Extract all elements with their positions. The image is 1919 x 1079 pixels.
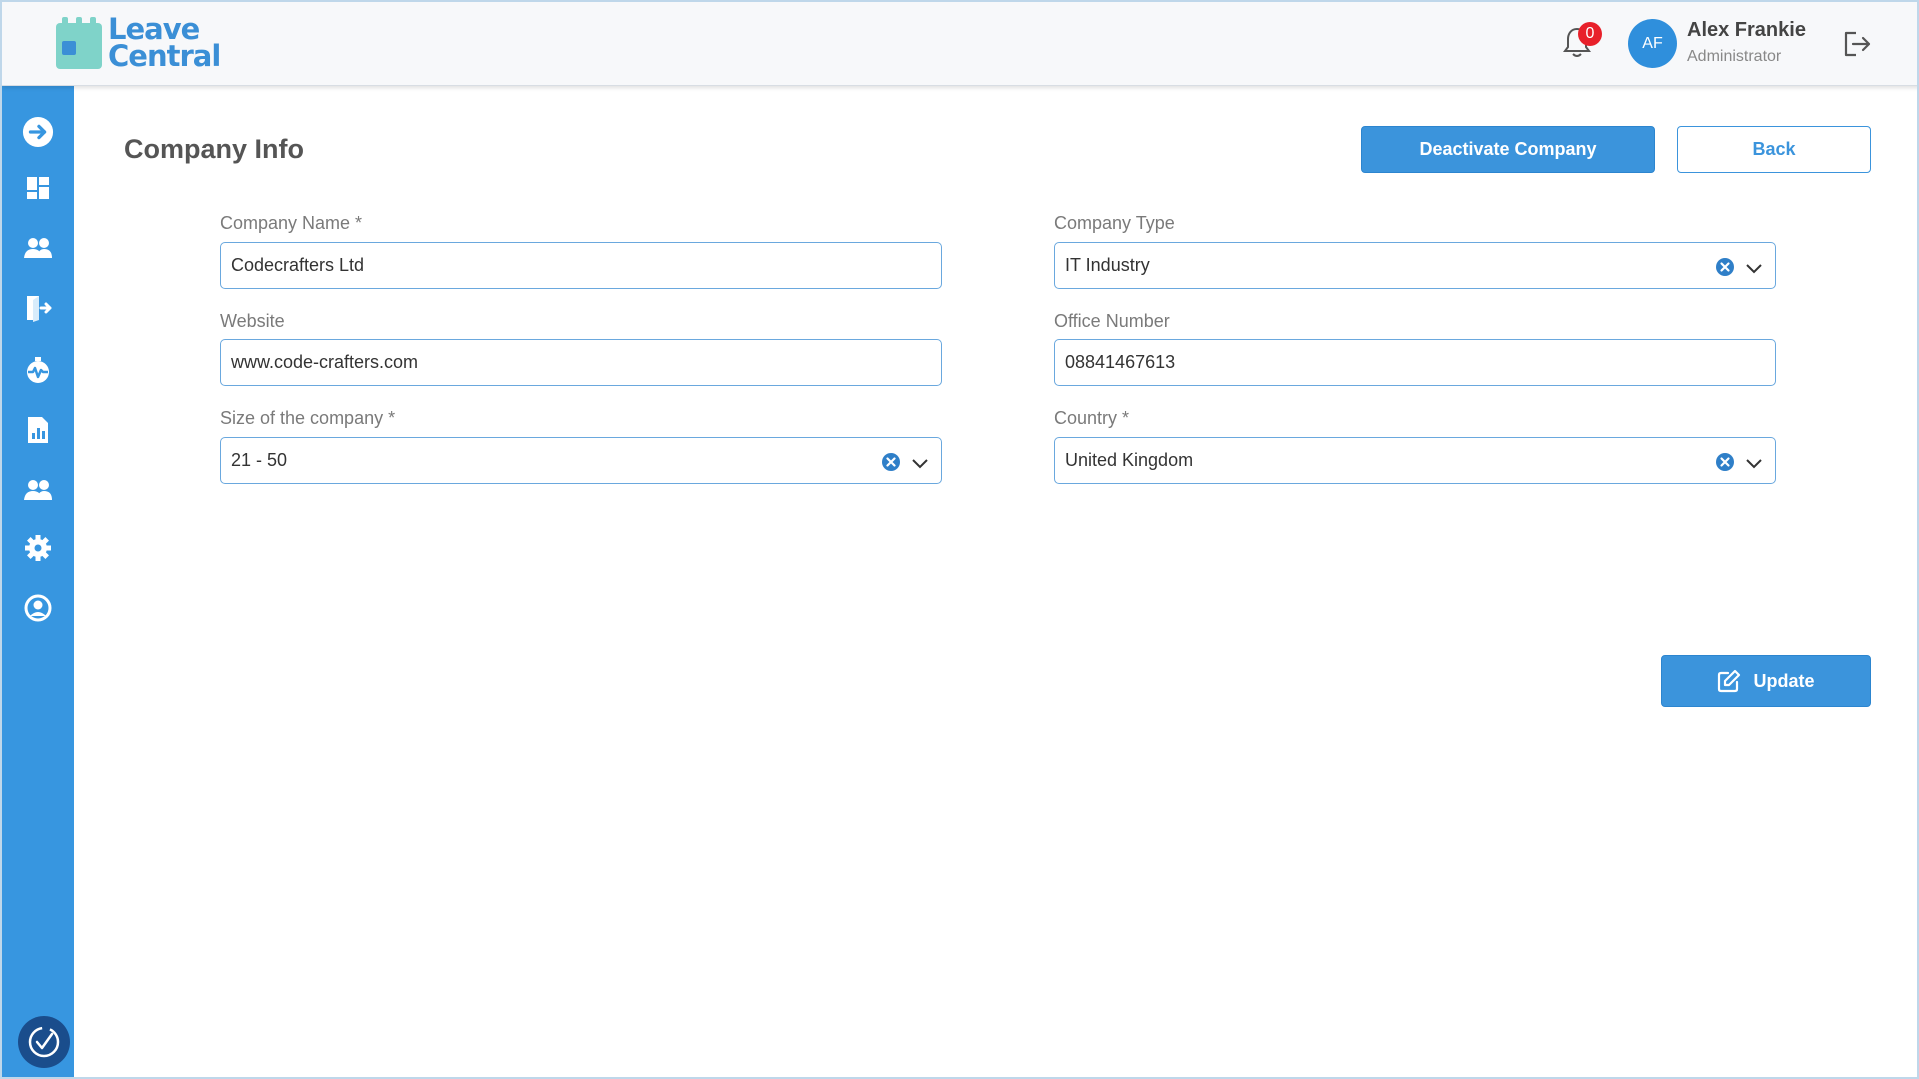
country-select[interactable]: United Kingdom (1054, 437, 1776, 484)
leave-exit-icon[interactable] (22, 292, 54, 324)
clear-icon[interactable] (1715, 257, 1735, 277)
clear-icon[interactable] (881, 452, 901, 472)
website-label: Website (220, 311, 285, 331)
company-type-select[interactable]: IT Industry (1054, 242, 1776, 289)
logo[interactable]: Leave Central (56, 15, 221, 73)
website-input[interactable] (231, 352, 931, 373)
size-select[interactable]: 21 - 50 (220, 437, 942, 484)
top-header: Leave Central 0 AF Alex Frankie Administ… (2, 2, 1917, 86)
arrow-right-circle-icon[interactable] (22, 116, 54, 148)
user-role: Administrator (1687, 48, 1782, 65)
user-name: Alex Frankie (1687, 19, 1806, 41)
team-icon[interactable] (22, 474, 54, 506)
office-number-label: Office Number (1054, 311, 1170, 331)
update-label: Update (1753, 670, 1815, 691)
chevron-down-icon[interactable] (911, 454, 929, 469)
timer-check-icon[interactable] (18, 1016, 70, 1068)
office-number-field[interactable] (1054, 339, 1776, 386)
gear-icon[interactable] (22, 532, 54, 564)
office-number-input[interactable] (1065, 352, 1765, 373)
users-icon[interactable] (22, 232, 54, 264)
company-type-value: IT Industry (1065, 255, 1150, 275)
company-name-label: Company Name * (220, 213, 363, 233)
report-icon[interactable] (22, 414, 54, 446)
notification-badge: 0 (1578, 22, 1602, 46)
logo-line2: Central (108, 39, 221, 73)
logout-icon[interactable] (1842, 30, 1872, 58)
deactivate-company-button[interactable]: Deactivate Company (1361, 126, 1655, 173)
size-label: Size of the company * (220, 408, 396, 428)
chevron-down-icon[interactable] (1745, 454, 1763, 469)
company-type-label: Company Type (1054, 213, 1175, 233)
chevron-down-icon[interactable] (1745, 259, 1763, 274)
dashboard-icon[interactable] (22, 172, 54, 204)
clear-icon[interactable] (1715, 452, 1735, 472)
back-button[interactable]: Back (1677, 126, 1871, 173)
website-field[interactable] (220, 339, 942, 386)
health-icon[interactable] (22, 354, 54, 386)
company-name-input[interactable] (231, 255, 931, 276)
company-name-field[interactable] (220, 242, 942, 289)
country-label: Country * (1054, 408, 1130, 428)
avatar[interactable]: AF (1628, 19, 1677, 68)
app-frame: Leave Central 0 AF Alex Frankie Administ… (0, 0, 1919, 1079)
account-circle-icon[interactable] (22, 592, 54, 624)
size-value: 21 - 50 (231, 450, 288, 470)
logo-text: Leave Central (108, 15, 221, 73)
edit-icon (1717, 669, 1741, 693)
sidebar (2, 86, 74, 1077)
update-button[interactable]: Update (1661, 655, 1871, 707)
calendar-logo-icon (56, 17, 102, 69)
page-title: Company Info (124, 134, 304, 164)
country-value: United Kingdom (1065, 450, 1194, 470)
